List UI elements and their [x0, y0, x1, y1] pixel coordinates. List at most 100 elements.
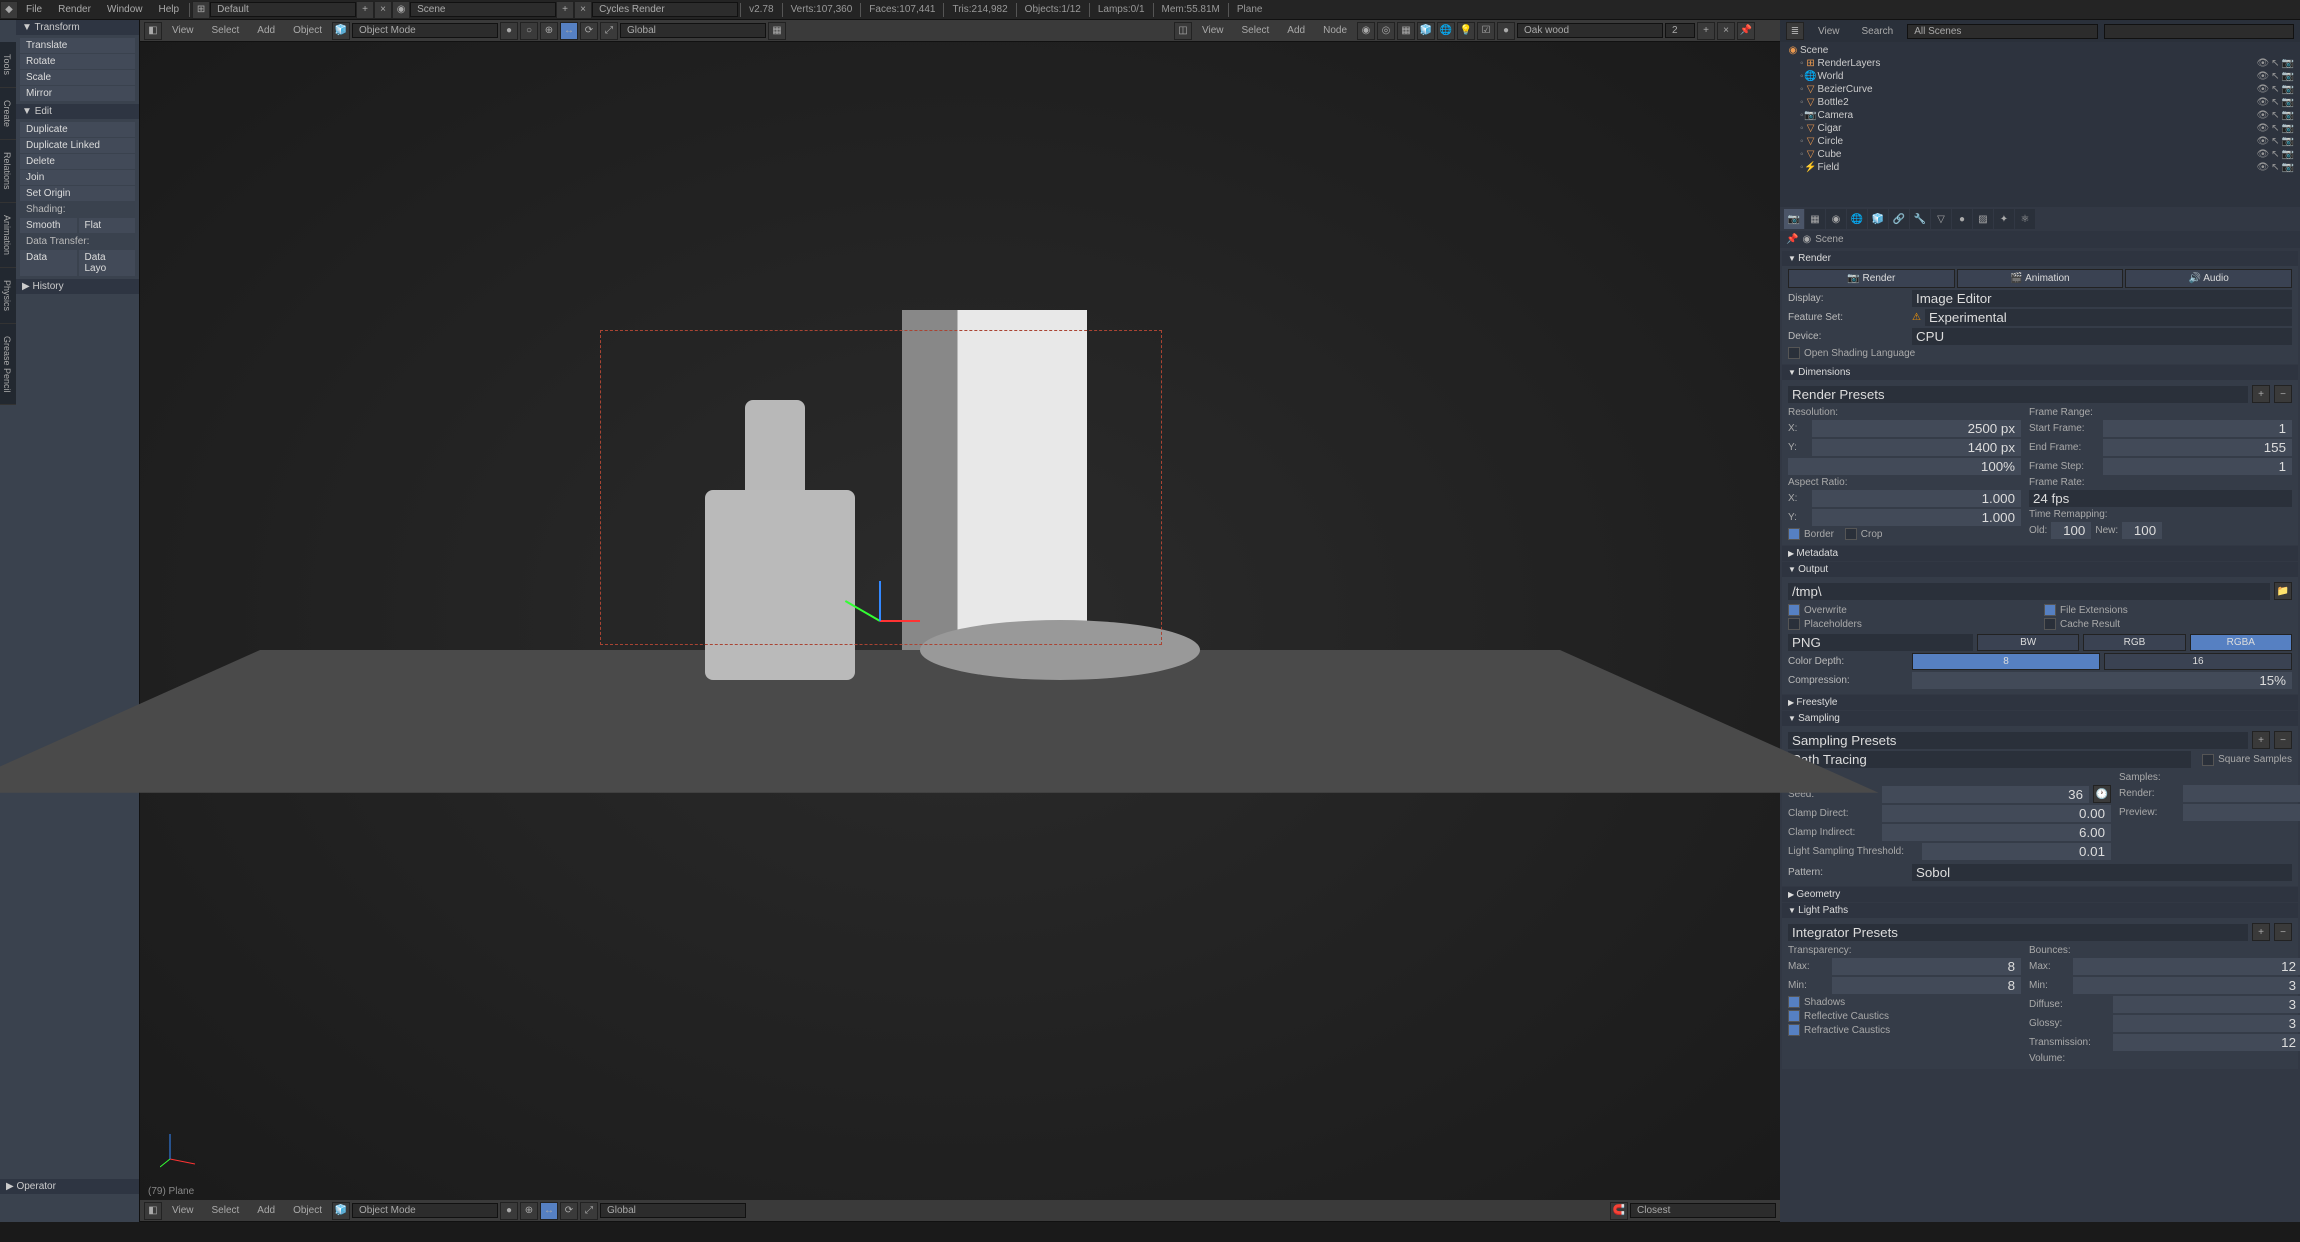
smooth-button[interactable]: Smooth	[20, 218, 77, 233]
dimensions-header[interactable]: Dimensions	[1782, 365, 2298, 380]
transparency-max[interactable]	[1832, 958, 2021, 975]
rgba-button[interactable]: RGBA	[2190, 634, 2292, 651]
use-nodes-icon[interactable]: ☑	[1477, 22, 1495, 40]
render-section-header[interactable]: Render	[1782, 251, 2298, 266]
eye-icon[interactable]: 👁	[2256, 58, 2269, 69]
compression-slider[interactable]	[1912, 672, 2292, 689]
cursor-icon[interactable]: ↖	[2271, 71, 2279, 82]
delete-button[interactable]: Delete	[20, 154, 135, 169]
outliner-item[interactable]: ◦ ▽BezierCurve👁↖📷	[1782, 83, 2298, 96]
sampling-header[interactable]: Sampling	[1782, 711, 2298, 726]
cursor-icon[interactable]: ↖	[2271, 162, 2279, 173]
tab-physics[interactable]: Physics	[0, 268, 16, 324]
material-remove-icon[interactable]: ×	[1717, 22, 1735, 40]
manipulator-scale-icon-bottom[interactable]: ⤢	[580, 1202, 598, 1220]
editor-type-icon[interactable]: ◧	[144, 22, 162, 40]
engine-select[interactable]	[592, 2, 738, 17]
object-mode-icon[interactable]: 🧊	[332, 22, 350, 40]
history-header[interactable]: ▶ History	[16, 279, 139, 294]
object-mode-icon-bottom[interactable]: 🧊	[332, 1202, 350, 1220]
camera-icon[interactable]: 📷	[2282, 123, 2294, 134]
texture-type-icon[interactable]: ▦	[1397, 22, 1415, 40]
cursor-icon[interactable]: ↖	[2271, 97, 2279, 108]
geometry-header[interactable]: Geometry	[1782, 887, 2298, 902]
select-menu-bottom[interactable]: Select	[204, 1203, 248, 1218]
pin-header-icon[interactable]: 📌	[1786, 234, 1798, 245]
material-tab[interactable]: ●	[1952, 209, 1972, 229]
glossy-bounces[interactable]	[2113, 1015, 2300, 1032]
orientation-select-bottom[interactable]	[600, 1203, 746, 1218]
pattern-select[interactable]	[1912, 864, 2292, 881]
shader-type-icon[interactable]: ◉	[1357, 22, 1375, 40]
shading-solid-icon-bottom[interactable]: ●	[500, 1202, 518, 1220]
cursor-icon[interactable]: ↖	[2271, 149, 2279, 160]
layout-add-icon[interactable]: +	[356, 1, 374, 19]
eye-icon[interactable]: 👁	[2256, 136, 2269, 147]
node-select-menu[interactable]: Select	[1234, 23, 1278, 38]
folder-icon[interactable]: 📁	[2274, 582, 2292, 600]
add-menu[interactable]: Add	[249, 23, 283, 38]
scale-button[interactable]: Scale	[20, 70, 135, 85]
cursor-icon[interactable]: ↖	[2271, 136, 2279, 147]
time-new[interactable]	[2122, 522, 2162, 539]
depth-8-button[interactable]: 8	[1912, 653, 2100, 670]
pivot-icon[interactable]: ⊕	[540, 22, 558, 40]
camera-icon[interactable]: 📷	[2282, 97, 2294, 108]
menu-window[interactable]: Window	[99, 2, 151, 17]
tab-create[interactable]: Create	[0, 88, 16, 140]
world-tab[interactable]: 🌐	[1847, 209, 1867, 229]
manipulator-scale-icon[interactable]: ⤢	[600, 22, 618, 40]
layers-icon[interactable]: ▦	[768, 22, 786, 40]
aspect-y[interactable]	[1812, 509, 2021, 526]
outliner-item[interactable]: ◦ ▽Cigar👁↖📷	[1782, 122, 2298, 135]
manipulator-rotate-icon-bottom[interactable]: ⟳	[560, 1202, 578, 1220]
output-header[interactable]: Output	[1782, 562, 2298, 577]
bw-button[interactable]: BW	[1977, 634, 2079, 651]
refl-caustics-checkbox[interactable]	[1788, 1010, 1800, 1022]
outliner-item[interactable]: ◦ ▽Circle👁↖📷	[1782, 135, 2298, 148]
scene-select[interactable]	[410, 2, 556, 17]
frame-end[interactable]	[2103, 439, 2292, 456]
cursor-icon[interactable]: ↖	[2271, 84, 2279, 95]
node-view-menu[interactable]: View	[1194, 23, 1232, 38]
outliner-editor-icon[interactable]: ≣	[1786, 22, 1804, 40]
transform-header[interactable]: ▼ Transform	[16, 20, 139, 35]
placeholders-checkbox[interactable]	[1788, 618, 1800, 630]
preset-remove-icon[interactable]: −	[2274, 385, 2292, 403]
outliner-item[interactable]: ◦ ⊞RenderLayers👁↖📷	[1782, 57, 2298, 70]
object-menu-bottom[interactable]: Object	[285, 1203, 330, 1218]
overwrite-checkbox[interactable]	[1788, 604, 1800, 616]
tab-animation[interactable]: Animation	[0, 203, 16, 268]
data-button[interactable]: Data	[20, 250, 77, 276]
outliner-item[interactable]: ◦ 📷Camera👁↖📷	[1782, 109, 2298, 122]
refr-caustics-checkbox[interactable]	[1788, 1024, 1800, 1036]
camera-icon[interactable]: 📷	[2282, 136, 2294, 147]
menu-help[interactable]: Help	[151, 2, 188, 17]
manipulator-translate-icon[interactable]: ↔	[560, 22, 578, 40]
bounces-min[interactable]	[2073, 977, 2300, 994]
object-shader-icon[interactable]: 🧊	[1417, 22, 1435, 40]
cursor-icon[interactable]: ↖	[2271, 110, 2279, 121]
modifiers-tab[interactable]: 🔧	[1910, 209, 1930, 229]
diffuse-bounces[interactable]	[2113, 996, 2300, 1013]
output-path[interactable]	[1788, 583, 2270, 600]
metadata-header[interactable]: Metadata	[1782, 546, 2298, 561]
join-button[interactable]: Join	[20, 170, 135, 185]
camera-icon[interactable]: 📷	[2282, 110, 2294, 121]
data-tab[interactable]: ▽	[1931, 209, 1951, 229]
blender-icon[interactable]: ◆	[0, 1, 18, 19]
integrator-presets-select[interactable]	[1788, 924, 2248, 941]
sampling-preset-add-icon[interactable]: +	[2252, 731, 2270, 749]
frame-rate-select[interactable]	[2029, 490, 2292, 507]
node-menu[interactable]: Node	[1315, 23, 1355, 38]
eye-icon[interactable]: 👁	[2256, 97, 2269, 108]
resolution-y[interactable]	[1812, 439, 2021, 456]
clamp-direct[interactable]	[1882, 805, 2111, 822]
device-select[interactable]	[1912, 328, 2292, 345]
eye-icon[interactable]: 👁	[2256, 162, 2269, 173]
object-menu[interactable]: Object	[285, 23, 330, 38]
data-layout-button[interactable]: Data Layo	[79, 250, 136, 276]
integrator-select[interactable]	[1788, 751, 2191, 768]
camera-icon[interactable]: 📷	[2282, 149, 2294, 160]
outliner-filter-select[interactable]	[1907, 24, 2097, 39]
